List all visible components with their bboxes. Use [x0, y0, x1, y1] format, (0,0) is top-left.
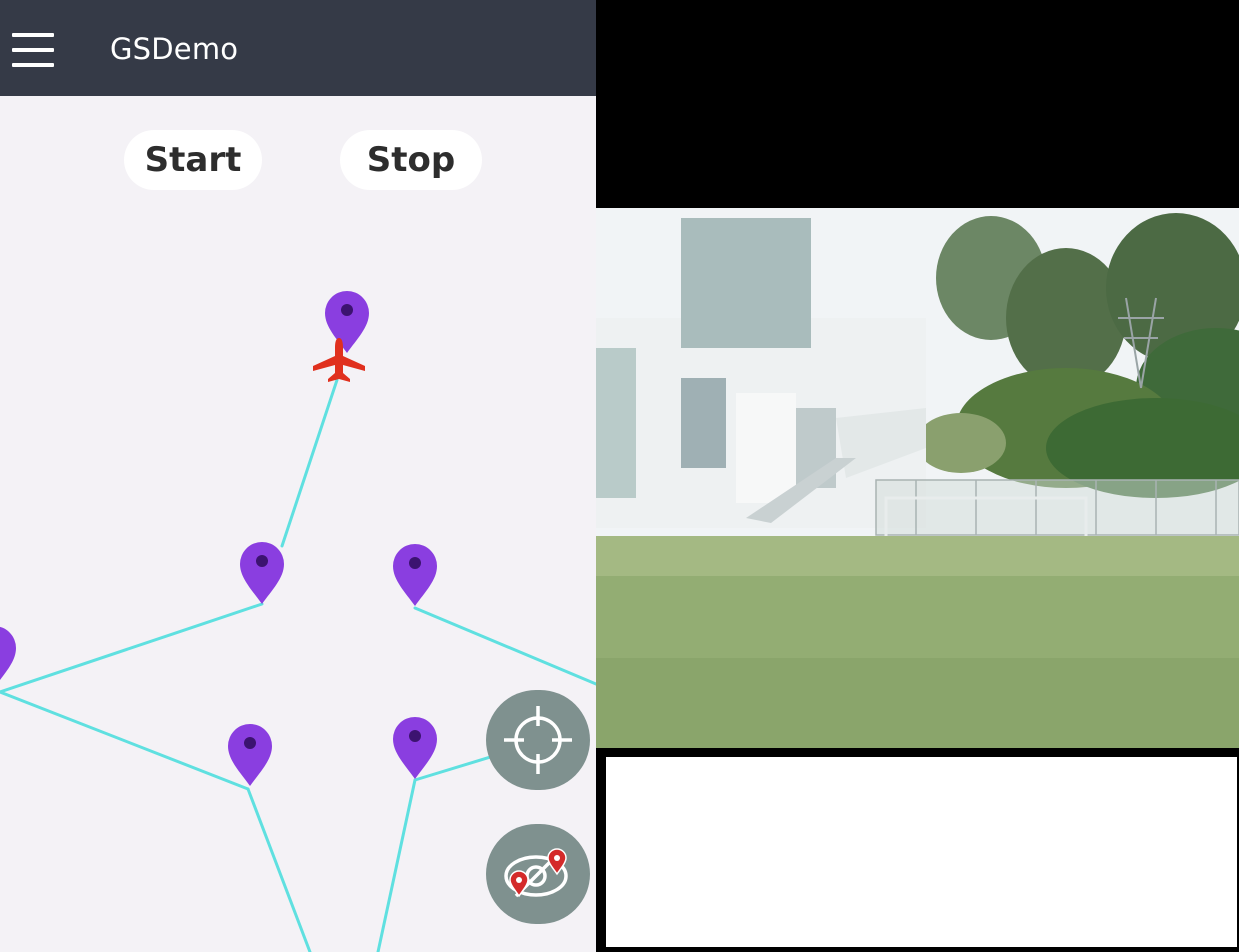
locate-button[interactable]	[486, 690, 590, 790]
start-button[interactable]: Start	[124, 130, 262, 190]
stop-button[interactable]: Stop	[340, 130, 482, 190]
focus-map-icon	[504, 848, 568, 898]
app-title: GSDemo	[110, 32, 239, 66]
camera-feed-view	[596, 208, 1239, 748]
video-letterbox	[596, 0, 1239, 208]
info-panel	[606, 757, 1237, 947]
app-bar: GSDemo	[0, 0, 596, 96]
hamburger-menu-icon[interactable]	[12, 33, 54, 67]
map-panel: GSDemo Start Stop	[0, 0, 596, 952]
crosshair-icon	[504, 706, 572, 774]
focus-map-button[interactable]	[486, 824, 590, 924]
